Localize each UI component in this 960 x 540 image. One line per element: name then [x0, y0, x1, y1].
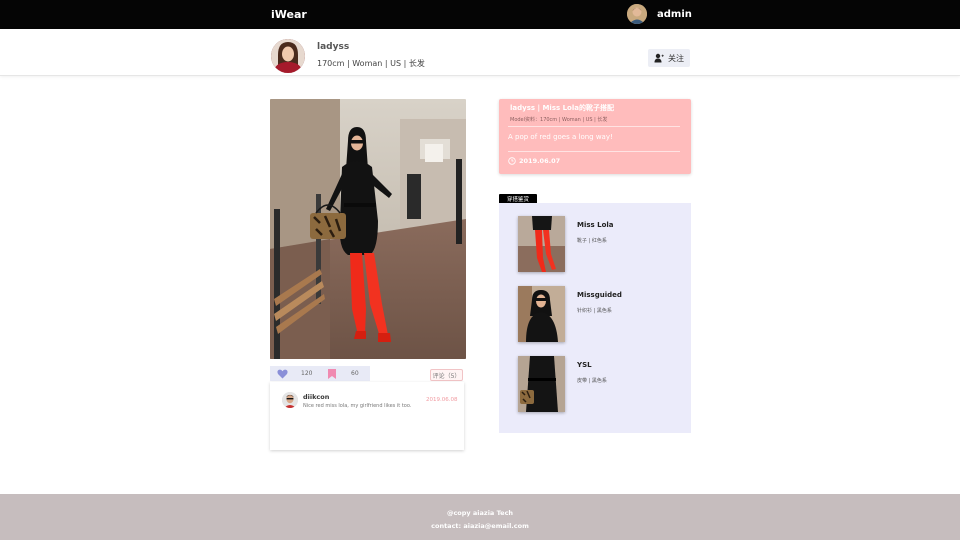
- commenter-avatar[interactable]: [282, 392, 298, 408]
- comments-button[interactable]: 评论（5）: [430, 369, 463, 381]
- outfit-item-brand: YSL: [577, 361, 592, 369]
- model-info: Model资料：170cm | Woman | US | 长发: [510, 117, 608, 123]
- like-button[interactable]: 120: [270, 366, 320, 381]
- username-label[interactable]: admin: [657, 9, 692, 20]
- outfit-item-detail: 皮带 | 黑色系: [577, 378, 607, 384]
- footer: @copy aiazia Tech contact: aiazia@email.…: [0, 494, 960, 540]
- post-date: 2019.06.07: [508, 157, 560, 165]
- footer-copyright: @copy aiazia Tech: [446, 509, 514, 517]
- outfit-item[interactable]: YSL 皮带 | 黑色系: [518, 356, 678, 414]
- outfit-item-thumbnail[interactable]: [518, 216, 565, 272]
- outfit-item[interactable]: Missguided 针织衫 | 黑色系: [518, 286, 678, 344]
- user-avatar[interactable]: [627, 4, 647, 24]
- follow-button[interactable]: 关注: [648, 49, 690, 67]
- comment-date: 2019.06.08: [426, 397, 458, 403]
- post-date-text: 2019.06.07: [519, 157, 561, 165]
- like-count: 120: [301, 370, 313, 377]
- profile-header: ladyss 170cm | Woman | US | 长发 关注: [0, 29, 960, 76]
- clock-icon: [508, 157, 516, 165]
- divider: [508, 151, 680, 152]
- brand-logo[interactable]: iWear: [271, 8, 307, 21]
- post-description: A pop of red goes a long way!: [508, 133, 613, 141]
- post-title: ladyss | Miss Lola的靴子搭配: [510, 104, 614, 112]
- save-button[interactable]: 60: [320, 366, 370, 381]
- outfit-item-detail: 靴子 | 红色系: [577, 238, 607, 244]
- bookmark-icon: [328, 368, 336, 379]
- outfit-item-thumbnail[interactable]: [518, 286, 565, 342]
- profile-meta: 170cm | Woman | US | 长发: [317, 59, 425, 68]
- save-count: 60: [351, 370, 359, 377]
- outfit-item-brand: Miss Lola: [577, 221, 614, 229]
- heart-icon: [277, 369, 288, 378]
- comment-text: Nice red miss lola, my girlfriend likes …: [303, 403, 412, 409]
- outfit-photo[interactable]: [270, 99, 466, 359]
- profile-avatar[interactable]: [271, 39, 305, 73]
- follow-label: 关注: [668, 53, 684, 63]
- comments-panel: diikcon Nice red miss lola, my girlfrien…: [270, 382, 464, 450]
- add-user-icon: [654, 53, 664, 63]
- outfit-item-detail: 针织衫 | 黑色系: [577, 308, 612, 314]
- footer-contact[interactable]: contact: aiazia@email.com: [0, 522, 960, 530]
- profile-name[interactable]: ladyss: [317, 42, 349, 52]
- divider: [508, 126, 680, 127]
- outfit-items-panel: Miss Lola 靴子 | 红色系 Missguided 针织衫 | 黑色系: [499, 203, 691, 433]
- post-actions: 120 60 评论（5）: [270, 366, 464, 382]
- post-info-card: ladyss | Miss Lola的靴子搭配 Model资料：170cm | …: [499, 99, 691, 174]
- outfit-item[interactable]: Miss Lola 靴子 | 红色系: [518, 216, 678, 274]
- outfit-item-brand: Missguided: [577, 291, 622, 299]
- comment-username[interactable]: diikcon: [303, 393, 329, 401]
- top-navbar: iWear admin: [0, 0, 960, 29]
- outfit-item-thumbnail[interactable]: [518, 356, 565, 412]
